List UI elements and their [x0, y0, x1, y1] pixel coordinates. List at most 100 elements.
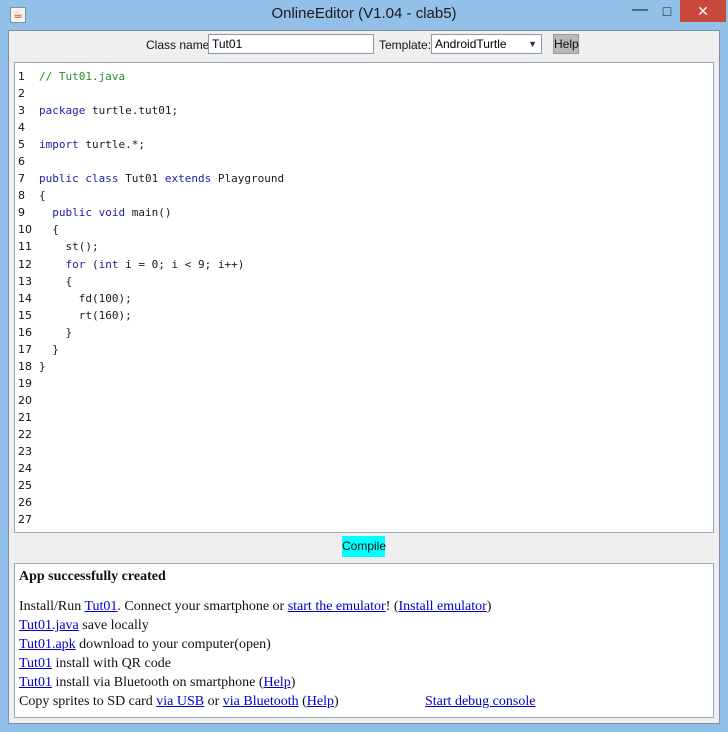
template-select[interactable]: AndroidTurtle ▼ [431, 34, 542, 54]
line-number: 28 [18, 528, 38, 532]
template-label: Template: [379, 38, 432, 52]
save-locally-line: Tut01.java save locally [19, 618, 149, 634]
keyword-token: import [39, 138, 79, 152]
code-line[interactable] [39, 153, 709, 170]
bluetooth-help-link[interactable]: Help [263, 675, 290, 690]
comment-token: // Tut01.java [39, 70, 126, 83]
help-button[interactable]: Help [553, 34, 579, 54]
code-line[interactable]: { [39, 221, 709, 238]
window-title: OnlineEditor (V1.04 - clab5) [271, 5, 457, 22]
code-line[interactable]: st(); [39, 238, 709, 255]
chevron-down-icon[interactable]: ▼ [528, 35, 537, 53]
save-locally-text: save locally [78, 618, 149, 633]
code-line[interactable]: { [39, 273, 709, 290]
paren-close-text: ) [334, 694, 339, 709]
line-number: 12 [18, 257, 32, 271]
paren-close-text: ) [290, 675, 296, 690]
keyword-token: void [98, 206, 126, 220]
tut01-run-link[interactable]: Tut01 [84, 599, 117, 614]
line-number: 2 [18, 87, 25, 101]
code-token: turtle.*; [78, 138, 145, 152]
code-line[interactable]: // Tut01.java [39, 68, 709, 85]
class-name-input[interactable]: Tut01 [208, 34, 374, 54]
apk-download-line: Tut01.apk download to your computer(open… [19, 637, 271, 653]
start-emulator-link[interactable]: start the emulator [288, 599, 386, 614]
debug-console-line: Start debug console [425, 694, 535, 710]
line-number: 6 [18, 155, 25, 169]
close-icon[interactable]: ✕ [680, 0, 726, 22]
line-number: 1 [18, 70, 25, 83]
java-file-link[interactable]: Tut01.java [19, 618, 79, 633]
line-number: 3 [18, 104, 25, 118]
bluetooth-install-text: install via Bluetooth on smartphone ( [51, 675, 264, 690]
sprites-help-link[interactable]: Help [307, 694, 334, 709]
code-line[interactable]: } [39, 341, 709, 358]
title-bar[interactable]: ☕ OnlineEditor (V1.04 - clab5) — □ ✕ [0, 0, 728, 30]
code-line[interactable]: fd(100); [39, 290, 709, 307]
code-token: rt(160); [39, 308, 132, 322]
minimize-icon[interactable]: — [626, 0, 654, 22]
template-select-value: AndroidTurtle [435, 37, 507, 51]
line-number: 20 [18, 393, 32, 407]
keyword-token: for [65, 257, 86, 271]
code-token: { [39, 189, 46, 203]
bluetooth-install-line: Tut01 install via Bluetooth on smartphon… [19, 675, 295, 691]
code-line[interactable]: rt(160); [39, 307, 709, 324]
code-token: main() [125, 206, 172, 220]
code-token: st(); [39, 240, 99, 254]
code-token: turtle.tut01; [85, 104, 179, 118]
app-window: ☕ OnlineEditor (V1.04 - clab5) — □ ✕ Cla… [0, 0, 728, 732]
line-number: 4 [18, 121, 25, 135]
install-emulator-link[interactable]: Install emulator [399, 599, 487, 614]
line-number: 15 [18, 308, 32, 322]
line-number: 10 [18, 223, 32, 237]
code-token: Playground [211, 172, 285, 186]
code-line[interactable]: package turtle.tut01; [39, 102, 709, 119]
install-run-text: Install/Run [19, 599, 85, 614]
code-line[interactable]: { [39, 187, 709, 204]
copy-sprites-text: Copy sprites to SD card [19, 694, 157, 709]
output-panel: App successfully created Install/Run Tut… [14, 563, 714, 718]
apk-file-link[interactable]: Tut01.apk [19, 637, 76, 652]
code-line[interactable]: public class Tut01 extends Playground [39, 170, 709, 187]
line-number: 9 [18, 206, 25, 220]
code-token: } [39, 359, 46, 373]
keyword-token: package [39, 104, 86, 118]
compile-button[interactable]: Compile [342, 536, 386, 557]
code-line[interactable] [39, 119, 709, 136]
line-number: 19 [18, 376, 32, 390]
code-token: } [39, 342, 59, 356]
maximize-icon[interactable]: □ [654, 0, 680, 22]
paren-close-text: ) [486, 599, 492, 614]
bluetooth-install-link[interactable]: Tut01 [19, 675, 52, 690]
output-heading: App successfully created [19, 569, 166, 584]
qr-install-link[interactable]: Tut01 [19, 656, 52, 671]
code-line[interactable]: public void main() [39, 204, 709, 221]
or-text: or [204, 694, 223, 709]
line-number: 27 [18, 513, 32, 527]
line-number: 13 [18, 274, 32, 288]
class-name-label: Class name: [146, 38, 213, 52]
line-number: 14 [18, 291, 32, 305]
via-usb-link[interactable]: via USB [156, 694, 204, 709]
code-line[interactable]: for (int i = 0; i < 9; i++) [39, 256, 709, 273]
qr-install-text: install with QR code [51, 656, 171, 671]
code-line[interactable]: } [39, 324, 709, 341]
start-debug-console-link[interactable]: Start debug console [425, 694, 535, 709]
line-number: 8 [18, 189, 25, 203]
line-number: 5 [18, 138, 25, 152]
code-token: { [39, 274, 73, 288]
code-line[interactable]: import turtle.*; [39, 136, 709, 153]
line-number: 17 [18, 342, 32, 356]
code-area[interactable]: // Tut01.java package turtle.tut01; impo… [39, 68, 709, 375]
code-editor[interactable]: 1 2 3 4 5 6 7 8 9 10 11 12 13 14 15 16 17 18 19 20 21 22 23 24 2… [14, 62, 714, 533]
via-bluetooth-link[interactable]: via Bluetooth [223, 694, 299, 709]
code-line[interactable] [39, 85, 709, 102]
code-line[interactable]: } [39, 358, 709, 375]
connect-text: . Connect your smartphone or [117, 599, 288, 614]
line-number: 7 [18, 172, 25, 186]
line-number: 16 [18, 325, 32, 339]
line-number: 24 [18, 462, 32, 476]
